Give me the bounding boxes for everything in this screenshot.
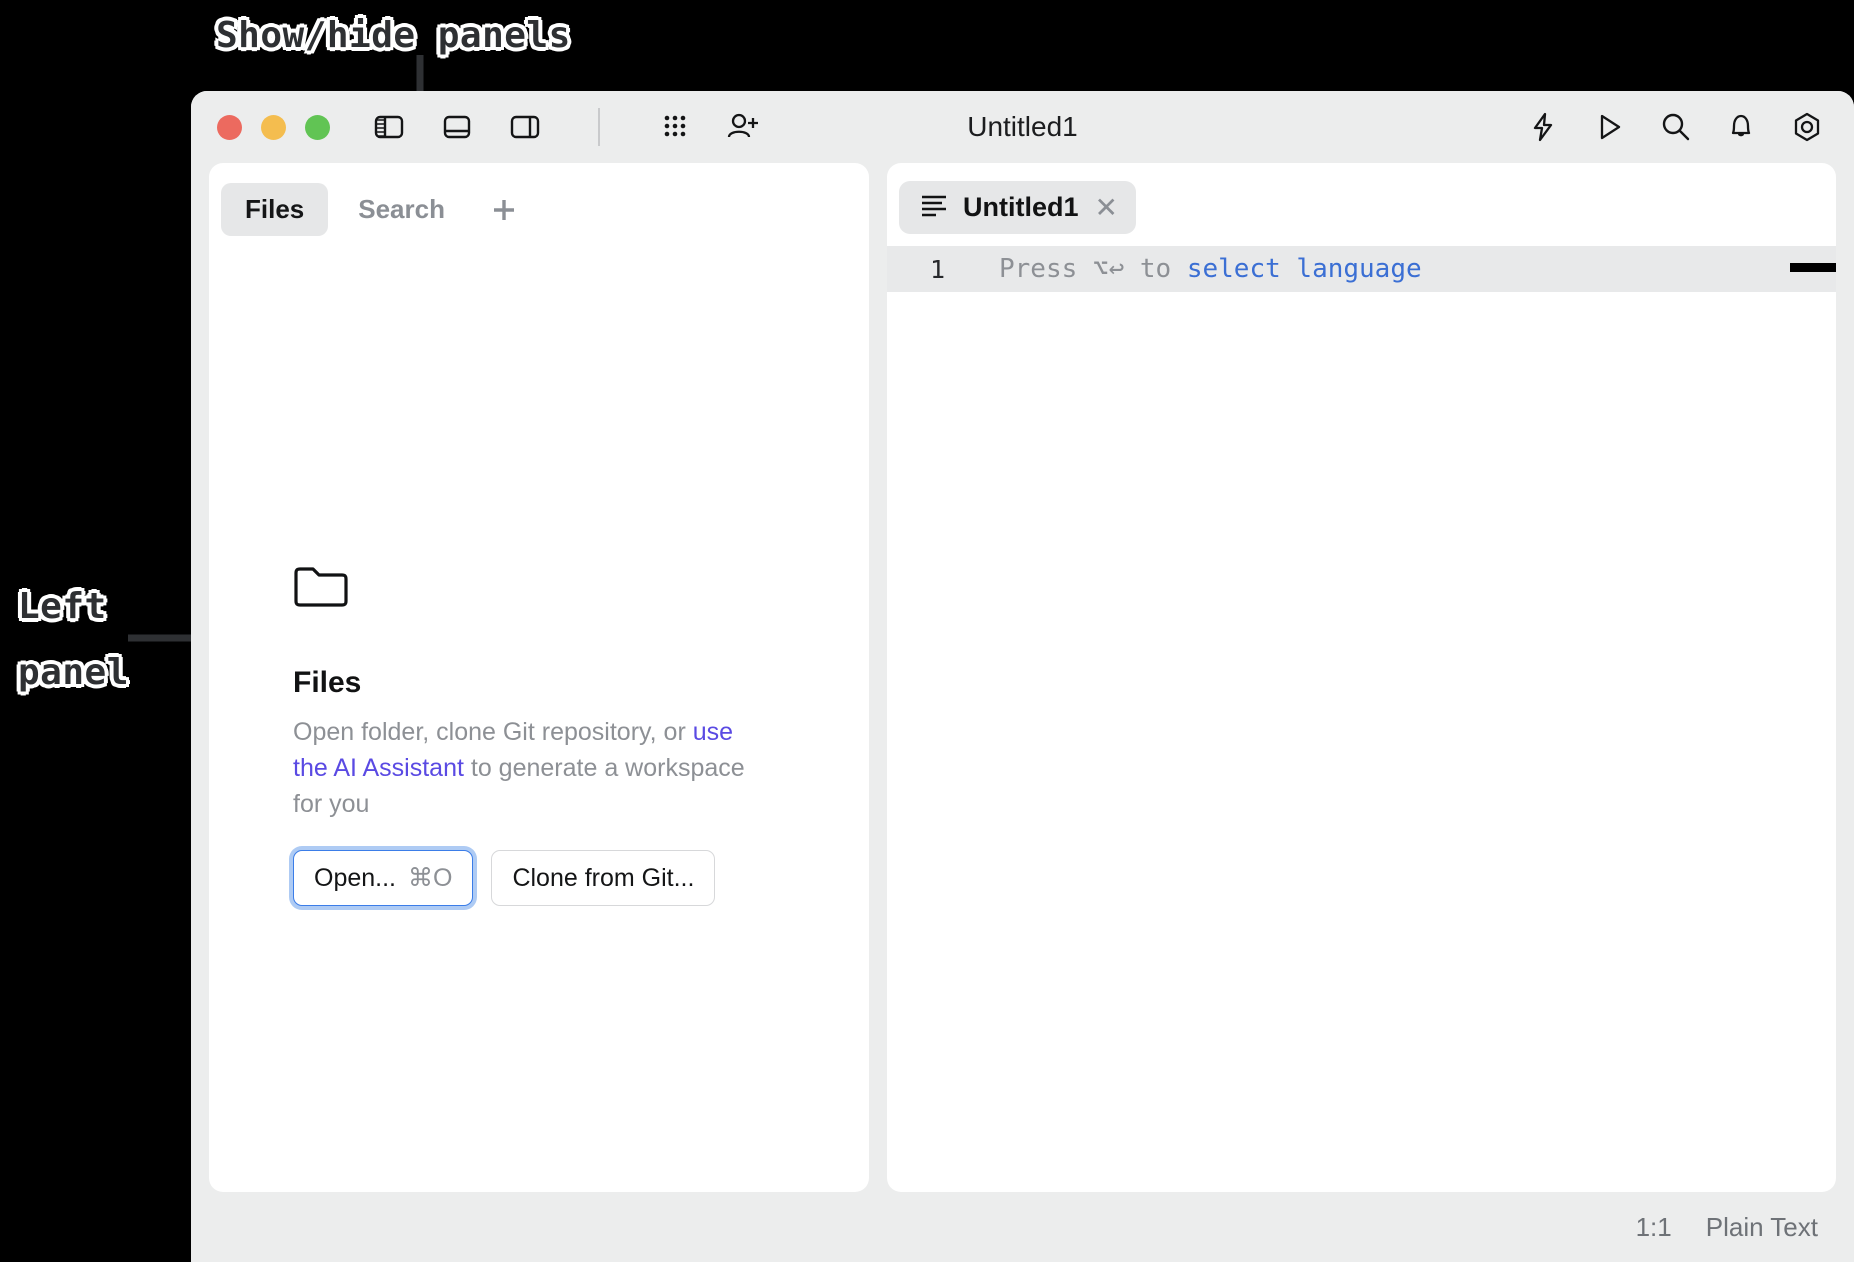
empty-state-actions: Open... ⌘O Clone from Git...	[293, 850, 773, 906]
left-panel: Files Search Files Open folder, clone Gi…	[209, 163, 869, 1192]
close-window-button[interactable]	[217, 114, 242, 140]
traffic-light-controls	[217, 114, 330, 140]
annotation-show-hide-panels: Show/hide panels	[216, 15, 571, 56]
close-icon[interactable]: ✕	[1095, 193, 1118, 222]
minimap-indicator	[1790, 263, 1836, 272]
editor-tab-label: Untitled1	[963, 192, 1079, 222]
left-panel-tabs: Files Search	[209, 163, 869, 236]
clone-from-git-button[interactable]: Clone from Git...	[491, 850, 716, 906]
line-number-gutter: 1	[929, 254, 945, 284]
toggle-right-panel-icon[interactable]	[508, 110, 542, 144]
clone-button-label: Clone from Git...	[512, 863, 695, 892]
toolbar-divider	[598, 108, 600, 146]
toggle-left-panel-icon[interactable]	[372, 110, 406, 144]
status-bar: 1:1 Plain Text	[191, 1192, 1854, 1262]
apps-grid-icon[interactable]	[658, 110, 692, 144]
editor-content[interactable]: 1 Press ⌥↩ to select language	[887, 246, 1836, 292]
editor-placeholder-hint: Press ⌥↩ to select language	[999, 254, 1422, 284]
application-window: Untitled1 Files Search Files Open folder…	[191, 91, 1854, 1262]
open-folder-button[interactable]: Open... ⌘O	[293, 850, 474, 906]
maximize-window-button[interactable]	[305, 114, 330, 140]
open-button-shortcut: ⌘O	[408, 864, 453, 892]
add-person-icon[interactable]	[726, 110, 760, 144]
empty-state-title: Files	[293, 666, 362, 699]
text-lines-icon	[919, 192, 949, 223]
add-tab-button[interactable]	[481, 187, 527, 233]
editor-panel: Untitled1 ✕ 1 Press ⌥↩ to select languag…	[887, 163, 1836, 1192]
settings-hex-icon[interactable]	[1790, 110, 1824, 144]
title-bar: Untitled1	[191, 91, 1854, 163]
search-icon[interactable]	[1658, 110, 1692, 144]
hint-prefix: Press ⌥↩ to	[999, 254, 1187, 284]
editor-tab-untitled1[interactable]: Untitled1 ✕	[899, 181, 1136, 234]
toolbar-right-group	[1526, 110, 1824, 144]
empty-desc-part1: Open folder, clone Git repository, or	[293, 718, 693, 746]
run-icon[interactable]	[1592, 110, 1626, 144]
empty-state-description: Open folder, clone Git repository, or us…	[293, 714, 773, 822]
lightning-icon[interactable]	[1526, 110, 1560, 144]
folder-icon	[293, 563, 773, 616]
minimize-window-button[interactable]	[261, 114, 286, 140]
bell-icon[interactable]	[1724, 110, 1758, 144]
editor-line-1[interactable]: 1 Press ⌥↩ to select language	[887, 246, 1836, 292]
open-button-label: Open...	[314, 864, 396, 892]
select-language-link[interactable]: select language	[1187, 254, 1422, 284]
annotation-left-panel: Left panel	[18, 586, 129, 693]
editor-tab-bar: Untitled1 ✕	[887, 163, 1836, 234]
sidebar-tab-files[interactable]: Files	[221, 183, 329, 236]
caret-position-status[interactable]: 1:1	[1636, 1212, 1672, 1243]
window-body: Files Search Files Open folder, clone Gi…	[191, 163, 1854, 1192]
sidebar-tab-search[interactable]: Search	[334, 183, 469, 236]
toggle-bottom-panel-icon[interactable]	[440, 110, 474, 144]
language-mode-status[interactable]: Plain Text	[1706, 1212, 1818, 1243]
files-empty-state: Files Open folder, clone Git repository,…	[293, 563, 773, 906]
panel-toggle-group	[372, 108, 760, 146]
